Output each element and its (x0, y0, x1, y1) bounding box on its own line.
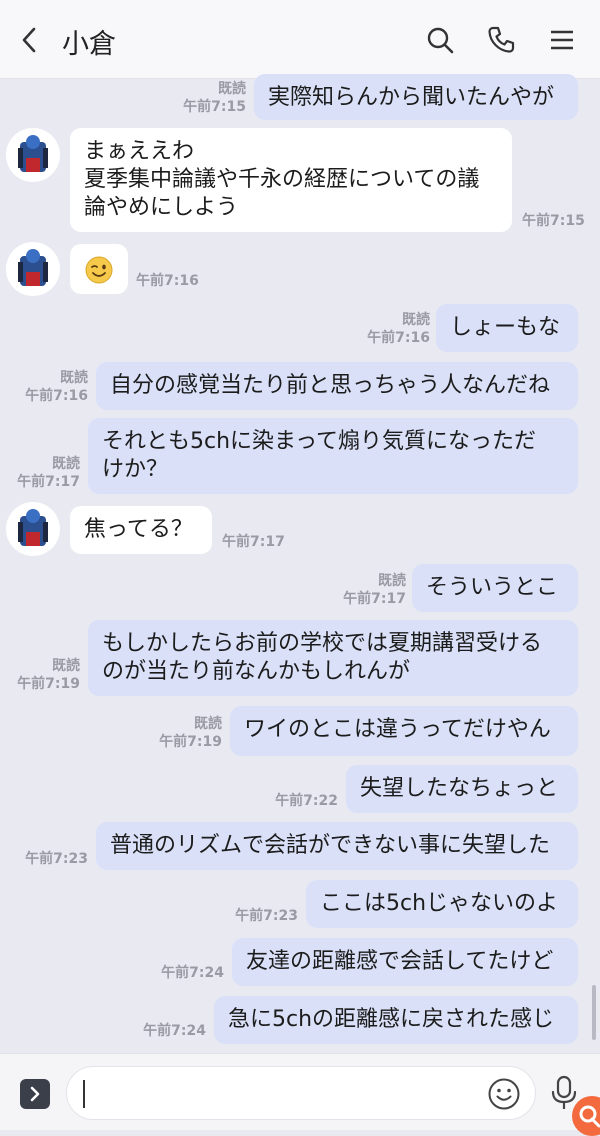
message-bubble-sent[interactable]: ワイのとこは違うってだけやん (230, 706, 578, 756)
message-bubble-sent[interactable]: 自分の感覚当たり前と思っちゃう人なんだね (96, 362, 578, 410)
read-receipt: 既読 (218, 81, 246, 97)
chevron-right-icon (30, 1086, 40, 1102)
message-line: 友達の距離感で会話してたけど (246, 949, 554, 974)
message-line: ここは5chじゃないのよ (320, 891, 559, 916)
message-bubble-sent[interactable]: 友達の距離感で会話してたけど (232, 938, 578, 986)
message-bubble-received[interactable]: まぁええわ 夏季集中論議や千永の経歴についての議 論やめにしよう (70, 128, 512, 232)
message-line: 焦ってる？ (84, 517, 193, 542)
message-line: けか？ (102, 457, 169, 482)
message-bubble-sent[interactable]: それとも5chに染まって煽り気質になっただ けか？ (88, 418, 578, 494)
message-line: のが当たり前なんかもしれんが (102, 659, 411, 684)
input-bar (0, 1053, 600, 1130)
timestamp: 午前7:23 (235, 908, 298, 924)
message-input[interactable] (66, 1066, 536, 1120)
timestamp: 午前7:17 (17, 474, 80, 490)
timestamp: 午前7:15 (522, 213, 585, 229)
read-receipt: 既読 (52, 456, 80, 472)
timestamp: 午前7:22 (275, 793, 338, 809)
text-caret (83, 1080, 85, 1108)
message-line: もしかしたらお前の学校では夏期講習受ける (102, 631, 543, 656)
read-receipt: 既読 (402, 312, 430, 328)
expand-button[interactable] (20, 1079, 50, 1109)
timestamp: 午前7:15 (183, 99, 246, 115)
message-bubble-sent[interactable]: 失望したなちょっと (346, 765, 578, 813)
timestamp: 午前7:17 (222, 534, 285, 550)
timestamp: 午前7:16 (136, 273, 199, 289)
message-bubble-sent[interactable]: 急に5chの距離感に戻された感じ (214, 996, 578, 1044)
wink-emoji-icon (85, 256, 113, 284)
message-bubble-sent[interactable]: 実際知らんから聞いたんやが (254, 74, 578, 120)
avatar[interactable] (6, 128, 60, 182)
scrollbar[interactable] (592, 985, 596, 1040)
timestamp: 午前7:23 (25, 851, 88, 867)
message-line: そういうとこ (426, 575, 559, 600)
emoji-icon[interactable] (487, 1077, 521, 1111)
message-line: 自分の感覚当たり前と思っちゃう人なんだね (110, 373, 551, 398)
message-line: 実際知らんから聞いたんやが (268, 85, 555, 110)
chat-area[interactable]: 既読 午前7:15 実際知らんから聞いたんやが まぁええわ 夏季集中論議や千永の経… (0, 74, 600, 1053)
message-meta: 既読午前7:19 (17, 657, 80, 693)
message-line: それとも5chに染まって煽り気質になっただ (102, 429, 537, 454)
message-meta: 既読午前7:16 (25, 369, 88, 405)
timestamp: 午前7:24 (143, 1023, 206, 1039)
timestamp: 午前7:19 (159, 734, 222, 750)
read-receipt: 既読 (60, 370, 88, 386)
message-bubble-sent[interactable]: ここは5chじゃないのよ (306, 880, 578, 928)
floating-action-badge[interactable] (572, 1096, 600, 1136)
message-bubble-received[interactable] (70, 244, 128, 294)
message-bubble-sent[interactable]: もしかしたらお前の学校では夏期講習受ける のが当たり前なんかもしれんが (88, 620, 578, 696)
message-meta: 既読午前7:19 (159, 715, 222, 751)
message-bubble-received[interactable]: 焦ってる？ (70, 506, 212, 554)
message-meta: 既読午前7:16 (367, 311, 430, 347)
read-receipt: 既読 (378, 573, 406, 589)
timestamp: 午前7:16 (25, 388, 88, 404)
read-receipt: 既読 (194, 716, 222, 732)
message-line: ワイのとこは違うってだけやん (244, 717, 551, 742)
avatar[interactable] (6, 242, 60, 296)
link-icon (579, 1105, 600, 1128)
message-bubble-sent[interactable]: 普通のリズムで会話ができない事に失望した (96, 822, 578, 870)
message-meta: 既読午前7:15 (183, 80, 246, 116)
timestamp: 午前7:19 (17, 676, 80, 692)
message-line: 急に5chの距離感に戻された感じ (228, 1007, 555, 1032)
message-line: 論やめにしよう (84, 195, 239, 220)
avatar[interactable] (6, 502, 60, 556)
message-line: まぁええわ (84, 139, 195, 164)
timestamp: 午前7:16 (367, 330, 430, 346)
message-bubble-sent[interactable]: しょーもな (436, 304, 578, 352)
message-line: 失望したなちょっと (360, 776, 559, 801)
timestamp: 午前7:17 (343, 591, 406, 607)
message-line: しょーもな (450, 315, 561, 340)
message-meta: 既読午前7:17 (343, 572, 406, 608)
message-meta: 既読午前7:17 (17, 455, 80, 491)
message-bubble-sent[interactable]: そういうとこ (412, 564, 578, 612)
message-line: 夏季集中論議や千永の経歴についての議 (84, 167, 480, 192)
timestamp: 午前7:24 (161, 965, 224, 981)
message-line: 普通のリズムで会話ができない事に失望した (110, 833, 551, 858)
read-receipt: 既読 (52, 658, 80, 674)
